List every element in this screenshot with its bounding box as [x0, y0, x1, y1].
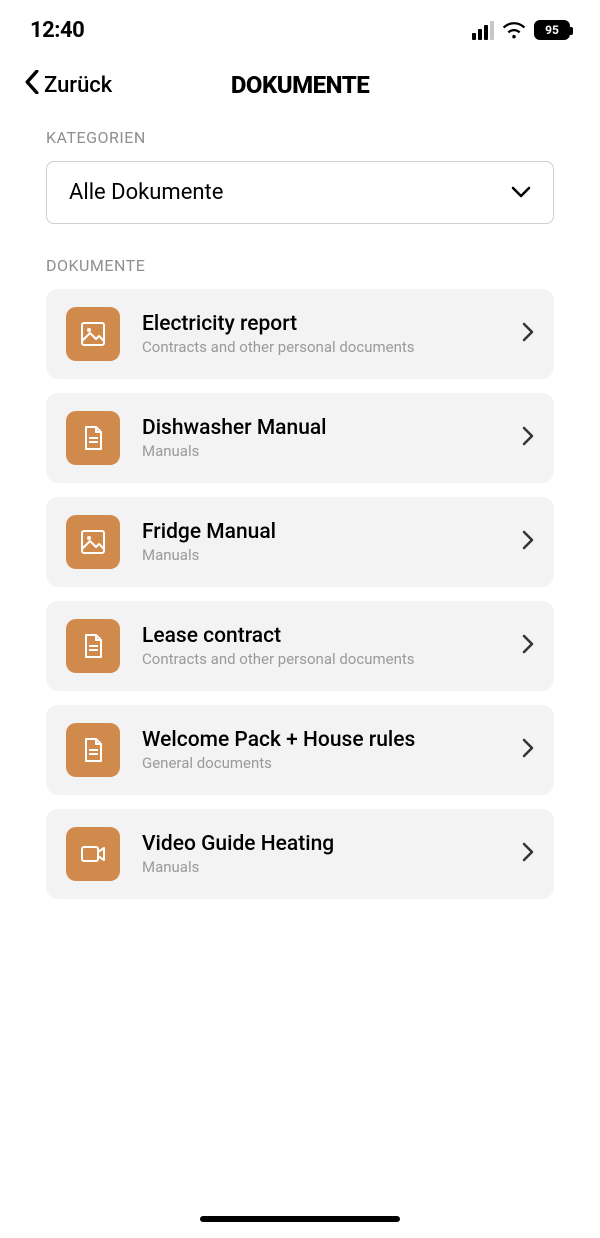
image-icon	[66, 307, 120, 361]
nav-bar: Zurück DOKUMENTE	[0, 56, 600, 118]
status-bar: 12:40 95	[0, 0, 600, 56]
document-title: Dishwasher Manual	[142, 416, 500, 440]
section-label-documents: DOKUMENTE	[0, 246, 600, 289]
page-title: DOKUMENTE	[231, 71, 369, 99]
document-subtitle: Contracts and other personal documents	[142, 338, 500, 356]
status-icons: 95	[472, 20, 570, 40]
document-text: Fridge Manual Manuals	[142, 520, 500, 564]
document-item[interactable]: Video Guide Heating Manuals	[46, 809, 554, 899]
document-list: Electricity report Contracts and other pe…	[0, 289, 600, 899]
home-indicator[interactable]	[200, 1216, 400, 1222]
chevron-right-icon	[522, 634, 534, 658]
document-title: Lease contract	[142, 624, 500, 648]
image-icon	[66, 515, 120, 569]
chevron-right-icon	[522, 530, 534, 554]
document-item[interactable]: Electricity report Contracts and other pe…	[46, 289, 554, 379]
document-subtitle: Manuals	[142, 442, 500, 460]
document-subtitle: Contracts and other personal documents	[142, 650, 500, 668]
chevron-right-icon	[522, 738, 534, 762]
dropdown-selected-label: Alle Dokumente	[69, 180, 223, 205]
section-label-categories: KATEGORIEN	[0, 118, 600, 161]
chevron-down-icon	[511, 183, 531, 202]
battery-level: 95	[545, 23, 559, 37]
document-title: Welcome Pack + House rules	[142, 728, 500, 752]
file-icon	[66, 723, 120, 777]
document-title: Electricity report	[142, 312, 500, 336]
back-label: Zurück	[44, 73, 112, 98]
document-item[interactable]: Dishwasher Manual Manuals	[46, 393, 554, 483]
document-text: Dishwasher Manual Manuals	[142, 416, 500, 460]
file-icon	[66, 619, 120, 673]
document-item[interactable]: Welcome Pack + House rules General docume…	[46, 705, 554, 795]
status-time: 12:40	[30, 18, 84, 43]
chevron-right-icon	[522, 842, 534, 866]
document-text: Lease contract Contracts and other person…	[142, 624, 500, 668]
document-item[interactable]: Fridge Manual Manuals	[46, 497, 554, 587]
document-item[interactable]: Lease contract Contracts and other person…	[46, 601, 554, 691]
video-icon	[66, 827, 120, 881]
chevron-right-icon	[522, 426, 534, 450]
cellular-signal-icon	[472, 21, 494, 40]
document-subtitle: Manuals	[142, 546, 500, 564]
back-button[interactable]: Zurück	[24, 70, 112, 100]
chevron-left-icon	[24, 70, 40, 100]
category-dropdown[interactable]: Alle Dokumente	[46, 161, 554, 224]
wifi-icon	[502, 21, 526, 39]
document-title: Fridge Manual	[142, 520, 500, 544]
document-title: Video Guide Heating	[142, 832, 500, 856]
battery-icon: 95	[534, 20, 570, 40]
document-subtitle: Manuals	[142, 858, 500, 876]
file-icon	[66, 411, 120, 465]
document-text: Video Guide Heating Manuals	[142, 832, 500, 876]
document-text: Electricity report Contracts and other pe…	[142, 312, 500, 356]
chevron-right-icon	[522, 322, 534, 346]
document-text: Welcome Pack + House rules General docume…	[142, 728, 500, 772]
document-subtitle: General documents	[142, 754, 500, 772]
